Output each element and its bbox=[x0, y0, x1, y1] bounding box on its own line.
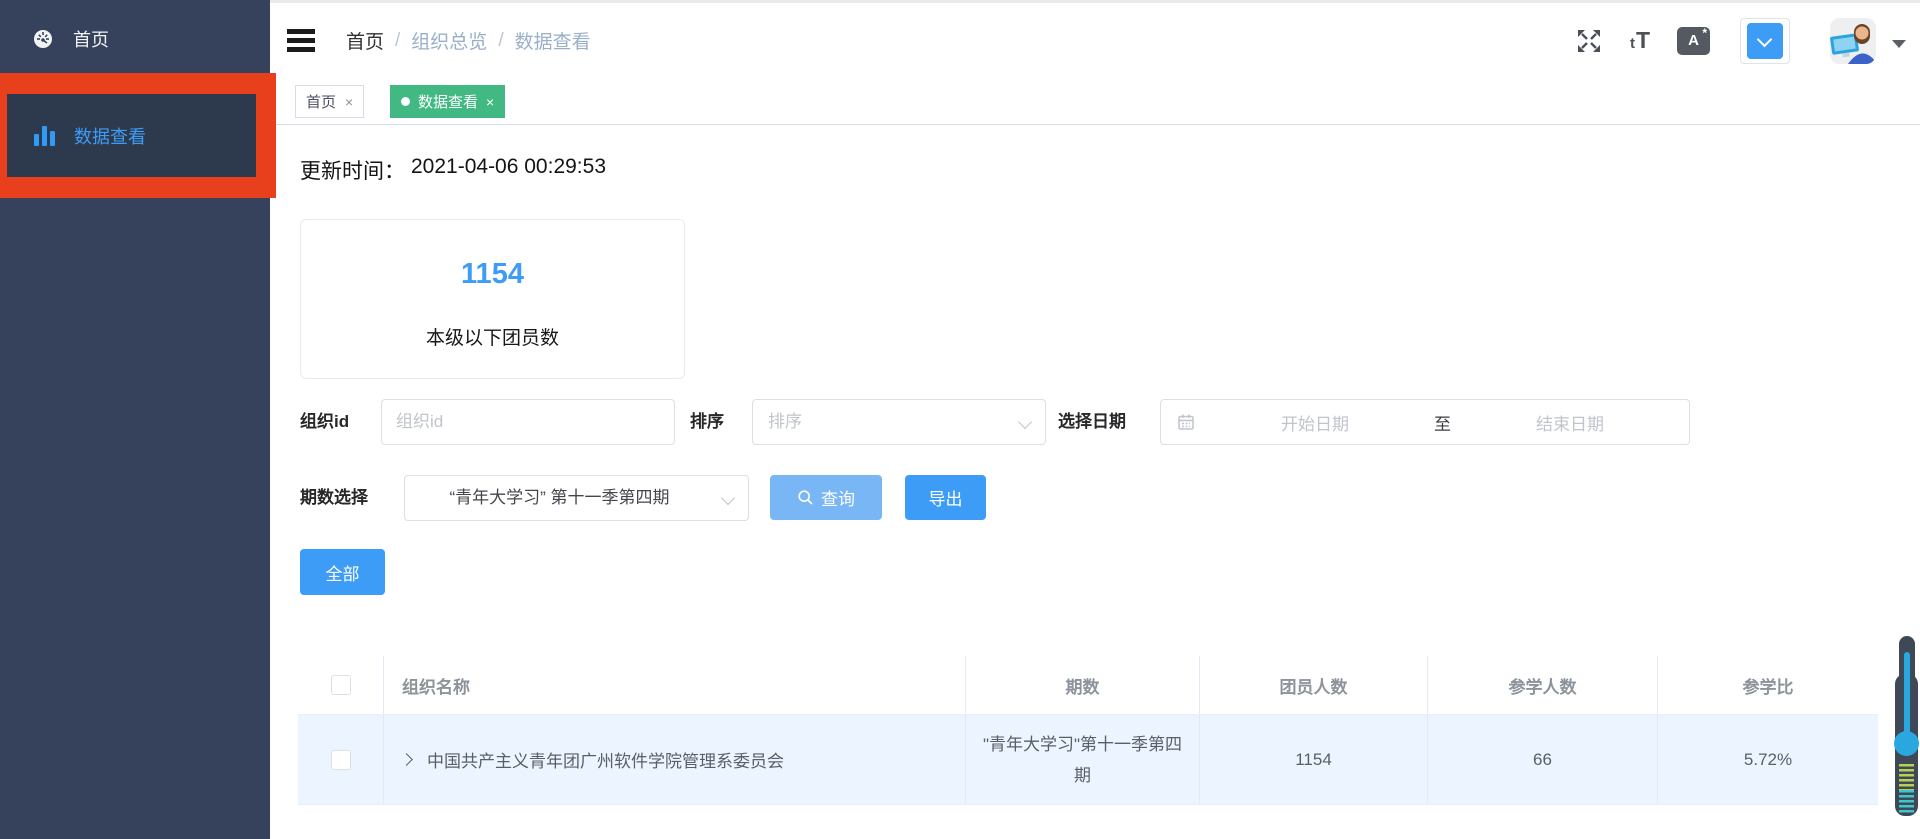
column-period: 期数 bbox=[966, 656, 1200, 714]
close-icon[interactable]: × bbox=[486, 94, 494, 110]
date-label: 选择日期 bbox=[1058, 399, 1126, 445]
update-time-label: 更新时间： bbox=[300, 155, 405, 185]
hamburger-icon[interactable] bbox=[287, 29, 315, 53]
column-participant-count: 参学人数 bbox=[1428, 656, 1658, 714]
tags-view-bar: 首页 × 数据查看 × bbox=[270, 78, 1920, 125]
breadcrumb-separator: / bbox=[395, 30, 400, 52]
date-end-placeholder[interactable]: 结束日期 bbox=[1451, 410, 1689, 435]
column-org-name: 组织名称 bbox=[384, 656, 966, 714]
thermometer-stripes-teal bbox=[1899, 790, 1914, 814]
period-select[interactable]: “青年大学习” 第十一季第四期 bbox=[404, 475, 749, 521]
chevron-down-icon bbox=[1747, 23, 1783, 59]
user-avatar[interactable] bbox=[1830, 18, 1876, 64]
column-participation-rate: 参学比 bbox=[1658, 656, 1878, 714]
row-org-name-cell: 中国共产主义青年团广州软件学院管理系委员会 bbox=[384, 715, 966, 804]
sort-label: 排序 bbox=[690, 399, 724, 445]
row-member-count: 1154 bbox=[1200, 715, 1428, 804]
update-time-value: 2021-04-06 00:29:53 bbox=[411, 155, 606, 185]
period-select-value: “青年大学习” 第十一季第四期 bbox=[405, 476, 714, 520]
export-button-label: 导出 bbox=[929, 485, 963, 510]
breadcrumb-item-org-overview[interactable]: 组织总览 bbox=[411, 27, 487, 54]
sidebar-item-home[interactable]: 首页 bbox=[0, 14, 270, 64]
row-participant-count: 66 bbox=[1428, 715, 1658, 804]
sidebar: 首页 数据查看 bbox=[0, 0, 270, 839]
navbar: 首页 / 组织总览 / 数据查看 tT A* bbox=[270, 3, 1920, 78]
breadcrumb: 首页 / 组织总览 / 数据查看 bbox=[346, 3, 591, 78]
member-count-label: 本级以下团员数 bbox=[301, 323, 684, 350]
close-icon[interactable]: × bbox=[345, 94, 353, 110]
calendar-icon bbox=[1176, 412, 1196, 432]
app-root: 首页 数据查看 首页 / 组织总览 / 数据查看 tT A* bbox=[0, 0, 1920, 839]
active-dot bbox=[401, 97, 410, 106]
row-checkbox[interactable] bbox=[331, 750, 351, 770]
tag-home-label: 首页 bbox=[306, 91, 336, 112]
org-id-label: 组织id bbox=[300, 399, 349, 445]
font-size-icon[interactable]: tT bbox=[1630, 29, 1651, 52]
column-member-count: 团员人数 bbox=[1200, 656, 1428, 714]
select-all-checkbox[interactable] bbox=[331, 675, 351, 695]
all-button[interactable]: 全部 bbox=[300, 549, 385, 595]
sort-select[interactable]: 排序 bbox=[752, 399, 1046, 445]
expand-row-icon[interactable] bbox=[400, 753, 413, 766]
breadcrumb-item-home[interactable]: 首页 bbox=[346, 27, 384, 54]
update-time: 更新时间： 2021-04-06 00:29:53 bbox=[300, 155, 606, 185]
breadcrumb-separator: / bbox=[498, 30, 503, 52]
theme-dropdown[interactable] bbox=[1740, 18, 1790, 64]
date-range-picker[interactable]: 开始日期 至 结束日期 bbox=[1160, 399, 1690, 445]
select-all-cell bbox=[298, 656, 384, 714]
chevron-down-icon bbox=[721, 491, 735, 505]
tag-data-view-label: 数据查看 bbox=[418, 91, 478, 112]
date-start-placeholder[interactable]: 开始日期 bbox=[1196, 410, 1434, 435]
all-button-label: 全部 bbox=[326, 560, 360, 585]
member-count-card: 1154 本级以下团员数 bbox=[300, 219, 685, 379]
breadcrumb-item-data-view: 数据查看 bbox=[515, 27, 591, 54]
row-select-cell bbox=[298, 715, 384, 804]
sidebar-item-data-view-label: 数据查看 bbox=[74, 123, 146, 149]
dashboard-icon bbox=[33, 29, 53, 49]
caret-down-icon[interactable] bbox=[1892, 40, 1906, 48]
sort-select-placeholder: 排序 bbox=[768, 400, 802, 444]
sidebar-item-data-view[interactable]: 数据查看 bbox=[7, 94, 256, 177]
chevron-down-icon bbox=[1018, 415, 1032, 429]
search-icon bbox=[797, 489, 814, 506]
fullscreen-icon[interactable] bbox=[1576, 28, 1602, 54]
export-button[interactable]: 导出 bbox=[905, 475, 986, 520]
table-row[interactable]: 中国共产主义青年团广州软件学院管理系委员会 "青年大学习"第十一季第四期 115… bbox=[298, 715, 1878, 805]
tag-home[interactable]: 首页 × bbox=[295, 85, 364, 118]
thermometer-stripes-yellow bbox=[1899, 764, 1914, 790]
org-id-field bbox=[381, 399, 675, 445]
org-id-input[interactable] bbox=[382, 400, 674, 444]
tag-data-view-active[interactable]: 数据查看 × bbox=[390, 85, 505, 118]
row-org-name: 中国共产主义青年团广州软件学院管理系委员会 bbox=[427, 747, 784, 772]
row-participation-rate: 5.72% bbox=[1658, 715, 1878, 804]
table-header-row: 组织名称 期数 团员人数 参学人数 参学比 bbox=[298, 656, 1878, 715]
translate-icon[interactable]: A* bbox=[1677, 27, 1710, 55]
period-label: 期数选择 bbox=[300, 475, 368, 521]
member-count-value: 1154 bbox=[301, 258, 684, 291]
bar-chart-icon bbox=[34, 126, 55, 146]
query-button[interactable]: 查询 bbox=[770, 475, 882, 520]
avatar-illustration bbox=[1830, 18, 1876, 64]
row-period-cell: "青年大学习"第十一季第四期 bbox=[966, 715, 1200, 804]
query-button-label: 查询 bbox=[821, 485, 855, 510]
data-table: 组织名称 期数 团员人数 参学人数 参学比 中国共产主义青年团广州软件学院管理系… bbox=[298, 656, 1878, 805]
sidebar-item-home-label: 首页 bbox=[73, 26, 109, 52]
navbar-actions: tT A* bbox=[1576, 3, 1906, 78]
thermometer-scrollbar[interactable] bbox=[1893, 636, 1920, 822]
thermometer-bulb bbox=[1894, 731, 1919, 756]
date-range-separator: 至 bbox=[1434, 410, 1451, 435]
row-period: "青年大学习"第十一季第四期 bbox=[966, 729, 1199, 791]
